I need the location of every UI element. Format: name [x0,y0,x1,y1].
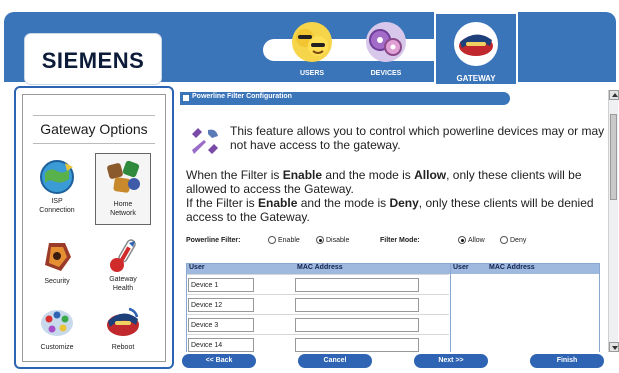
mode-allow-label: Allow [468,237,485,244]
user-field[interactable] [188,338,254,352]
user-field[interactable] [188,318,254,332]
cancel-button[interactable]: Cancel [298,354,372,368]
sidebar-item-label: Customize [40,344,74,351]
network-icon [107,160,140,193]
sidebar-item-label: Home Network [110,201,136,217]
main-content: Powerline Filter Configuration This feat… [178,90,608,352]
column-divider [450,264,451,352]
sidebar-item-customize[interactable]: Customize [29,301,85,367]
vertical-scrollbar[interactable] [608,90,619,352]
palette-icon [41,310,73,336]
tab-users-label: USERS [299,70,325,77]
sidebar-item-gateway-health[interactable]: Gateway Health [95,233,151,299]
mode-deny-label: Deny [510,237,527,244]
tab-gateway-label: GATEWAY [456,74,496,83]
tab-devices[interactable]: DEVICES [350,16,422,82]
section-header-marker [183,95,189,101]
mode-allow-radio[interactable] [458,236,466,244]
mac-address-field[interactable] [295,298,419,312]
mac-address-field[interactable] [295,338,419,352]
table-row [187,274,449,294]
tab-gateway[interactable]: GATEWAY [434,12,518,84]
column-header-user-2: User [453,264,469,271]
sidebar-item-label: Reboot [111,344,135,351]
section-title: Powerline Filter Configuration [192,93,292,100]
gateway-options-title: Gateway Options [40,121,148,137]
wrench-icon [192,128,218,154]
scroll-down-arrow-icon[interactable] [609,342,619,352]
mac-address-field[interactable] [295,278,419,292]
powerline-filter-label: Powerline Filter: [186,237,241,244]
filter-enable-radio[interactable] [268,236,276,244]
filter-disable-radio[interactable] [316,236,324,244]
brand-logo: SIEMENS [24,33,162,85]
gateway-options-inner: Gateway Options ISP Connection Home Netw… [22,94,166,362]
table-row [187,334,449,352]
table-row [187,294,449,314]
sidebar-item-label: ISP Connection [39,198,75,214]
sidebar-item-reboot[interactable]: Reboot [95,301,151,367]
table-row [187,314,449,334]
gateway-app: SIEMENS USERS DEVICES GATEWAY Gateway Op… [0,0,619,373]
lock-icon [45,243,71,271]
device-table: User MAC Address User MAC Address [186,263,600,352]
back-button[interactable]: << Back [182,354,256,368]
sidebar-item-label: Security [44,278,70,285]
divider [33,115,155,116]
devices-icon [366,22,406,62]
wizard-buttons: << Back Cancel Next >> Finish [178,352,608,370]
brand-logo-text: SIEMENS [41,48,145,73]
filter-enable-label: Enable [278,237,300,244]
filter-disable-label: Disable [326,237,350,244]
device-table-header: User MAC Address User MAC Address [187,264,599,274]
thermometer-icon [110,239,136,272]
user-field[interactable] [188,298,254,312]
filter-settings-row: Powerline Filter: Enable Disable Filter … [186,236,606,248]
scroll-up-arrow-icon[interactable] [609,90,619,100]
user-field[interactable] [188,278,254,292]
filter-explanation: When the Filter is Enable and the mode i… [186,168,594,224]
tab-devices-label: DEVICES [370,70,402,77]
divider [33,143,155,144]
column-header-mac-2: MAC Address [489,264,535,271]
column-header-user: User [189,264,205,271]
sidebar-item-security[interactable]: Security [29,235,85,301]
sidebar-item-home-network[interactable]: Home Network [95,153,151,225]
finish-button[interactable]: Finish [530,354,604,368]
sidebar-item-isp-connection[interactable]: ISP Connection [29,155,85,221]
filter-mode-label: Filter Mode: [380,237,420,244]
column-header-mac: MAC Address [297,264,343,271]
next-button[interactable]: Next >> [414,354,488,368]
gateway-icon [454,22,498,66]
tab-users[interactable]: USERS [276,16,348,82]
sidebar-item-label: Gateway Health [109,276,137,292]
reboot-icon [107,307,139,336]
intro-text: This feature allows you to control which… [230,124,605,152]
section-header: Powerline Filter Configuration [180,92,510,105]
scroll-thumb[interactable] [610,114,617,200]
gateway-options-panel: Gateway Options ISP Connection Home Netw… [14,86,174,369]
mac-address-field[interactable] [295,318,419,332]
globe-icon [40,160,74,194]
users-icon [292,22,332,62]
mode-deny-radio[interactable] [500,236,508,244]
